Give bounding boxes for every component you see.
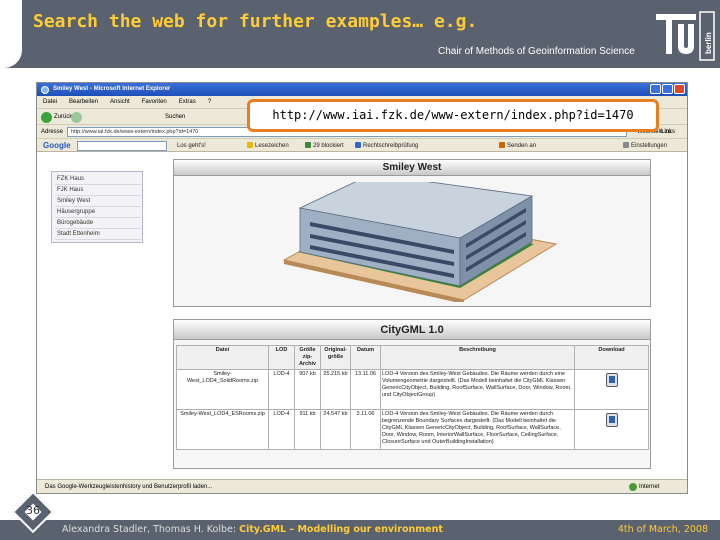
minimize-button[interactable] <box>650 84 661 94</box>
menu-item-favorites[interactable]: Favoriten <box>142 96 167 108</box>
footer-topic: City.GML – Modelling our environment <box>239 524 443 535</box>
sidebar-nav: FZK Haus FJK Haus Smiley West Häusergrup… <box>51 171 143 243</box>
download-cell <box>574 369 649 410</box>
building-model-image <box>282 182 558 302</box>
menu-item-file[interactable]: Datei <box>43 96 57 108</box>
google-go-button[interactable]: Los geht's! <box>177 139 206 153</box>
date-cell: 3.11.06 <box>350 409 381 450</box>
slide-title: Search the web for further examples… e.g… <box>33 11 478 32</box>
block-icon <box>305 142 311 148</box>
zip-size-cell: 907 kb <box>294 369 321 410</box>
tu-berlin-logo: berlin <box>652 8 718 66</box>
forward-arrow-icon[interactable] <box>71 112 82 123</box>
download-cell <box>574 409 649 450</box>
description-cell: LOD-4 Version des Smiley-West Gebäudes. … <box>380 369 575 410</box>
security-zone: Internet <box>639 484 660 490</box>
table-row: Smiley-West_LOD4_SolidRooms.zip LOD-4 90… <box>176 369 649 410</box>
send-to-button[interactable]: Senden an <box>499 139 536 153</box>
column-header: Original-größe <box>320 345 351 370</box>
google-logo: Google <box>43 141 71 150</box>
table-header-row: Datei LOD Größe zip-Archiv Original-größ… <box>176 345 649 370</box>
menu-item-view[interactable]: Ansicht <box>110 96 130 108</box>
bookmarks-button[interactable]: Lesezeichen <box>247 139 289 153</box>
column-header: Beschreibung <box>380 345 575 370</box>
menu-item-tools[interactable]: Extras <box>179 96 196 108</box>
globe-icon <box>629 483 637 491</box>
smiley-west-panel: Smiley West <box>173 159 651 307</box>
send-icon <box>499 142 505 148</box>
page-content: FZK Haus FJK Haus Smiley West Häusergrup… <box>37 153 687 471</box>
column-header: Download <box>574 345 649 370</box>
google-toolbar: Google Los geht's! Lesezeichen 29 blocki… <box>37 138 687 152</box>
authors-text: Alexandra Stadler, Thomas H. Kolbe: <box>62 524 237 535</box>
settings-icon <box>623 142 629 148</box>
nav-item-fjk-haus[interactable]: FJK Haus <box>55 185 141 196</box>
description-cell: LOD-4 Version des Smiley-West Gebäudes. … <box>380 409 575 450</box>
column-header: Datum <box>350 345 381 370</box>
original-size-cell: 24.547 kb <box>320 409 351 450</box>
lod-cell: LOD-4 <box>268 369 295 410</box>
table-row: Smiley-West_LOD4_ESRooms.zip LOD-4 911 k… <box>176 409 649 450</box>
browser-screenshot: Smiley West - Microsoft Internet Explore… <box>36 82 688 494</box>
popup-blocker-button[interactable]: 29 blockiert <box>305 139 344 153</box>
status-bar: Das Google-Werkzeugleistenhistory und Be… <box>37 479 687 493</box>
original-size-cell: 25.215 kb <box>320 369 351 410</box>
back-arrow-icon[interactable] <box>41 112 52 123</box>
download-icon[interactable] <box>605 373 618 387</box>
date-cell: 13.11.06 <box>350 369 381 410</box>
search-button[interactable]: Suchen <box>165 109 185 125</box>
column-header: Größe zip-Archiv <box>294 345 321 370</box>
page-number: 36 <box>26 504 40 517</box>
header-notch <box>0 0 22 68</box>
download-icon[interactable] <box>605 413 618 427</box>
lod-cell: LOD-4 <box>268 409 295 450</box>
file-name-cell: Smiley-West_LOD4_ESRooms.zip <box>176 409 269 450</box>
download-table: Datei LOD Größe zip-Archiv Original-größ… <box>176 345 649 450</box>
status-text: Das Google-Werkzeugleistenhistory und Be… <box>45 484 213 490</box>
url-callout: http://www.iai.fzk.de/www-extern/index.p… <box>247 99 659 132</box>
address-label: Adresse <box>41 129 64 135</box>
nav-item-stadt-ettenheim[interactable]: Stadt Ettenheim <box>55 229 141 240</box>
google-search-input[interactable] <box>77 141 167 151</box>
logo-berlin-text: berlin <box>704 32 713 54</box>
menu-item-help[interactable]: ? <box>208 96 211 108</box>
footer-date: 4th of March, 2008 <box>617 524 708 535</box>
nav-item-smiley-west[interactable]: Smiley West <box>55 196 141 207</box>
zip-size-cell: 911 kb <box>294 409 321 450</box>
citygml-panel: CityGML 1.0 Datei LOD Größe zip-Archiv O… <box>173 319 651 469</box>
window-title: Smiley West - Microsoft Internet Explore… <box>53 86 171 92</box>
citygml-title: CityGML 1.0 <box>174 320 650 340</box>
star-icon <box>247 142 253 148</box>
close-button[interactable] <box>674 84 685 94</box>
menu-item-edit[interactable]: Bearbeiten <box>69 96 98 108</box>
file-name-cell: Smiley-West_LOD4_SolidRooms.zip <box>176 369 269 410</box>
nav-item-fzk-haus[interactable]: FZK Haus <box>55 174 141 185</box>
settings-button[interactable]: Einstellungen <box>623 139 667 153</box>
maximize-button[interactable] <box>662 84 673 94</box>
window-titlebar: Smiley West - Microsoft Internet Explore… <box>37 83 687 96</box>
nav-item-buerogebaeude[interactable]: Bürogebäude <box>55 218 141 229</box>
links-button[interactable]: Links <box>661 125 675 139</box>
chair-name: Chair of Methods of Geoinformation Scien… <box>438 46 635 57</box>
back-button[interactable]: Zurück <box>54 109 72 125</box>
nav-item-haeusergruppe[interactable]: Häusergruppe <box>55 207 141 218</box>
spellcheck-button[interactable]: Rechtschreibprüfung <box>355 139 418 153</box>
column-header: Datei <box>176 345 269 370</box>
column-header: LOD <box>268 345 295 370</box>
internet-explorer-icon <box>41 86 49 94</box>
slide-header: Search the web for further examples… e.g… <box>0 0 720 68</box>
footer-authors: Alexandra Stadler, Thomas H. Kolbe: City… <box>62 524 443 535</box>
smiley-west-title: Smiley West <box>174 160 650 176</box>
abc-check-icon <box>355 142 361 148</box>
